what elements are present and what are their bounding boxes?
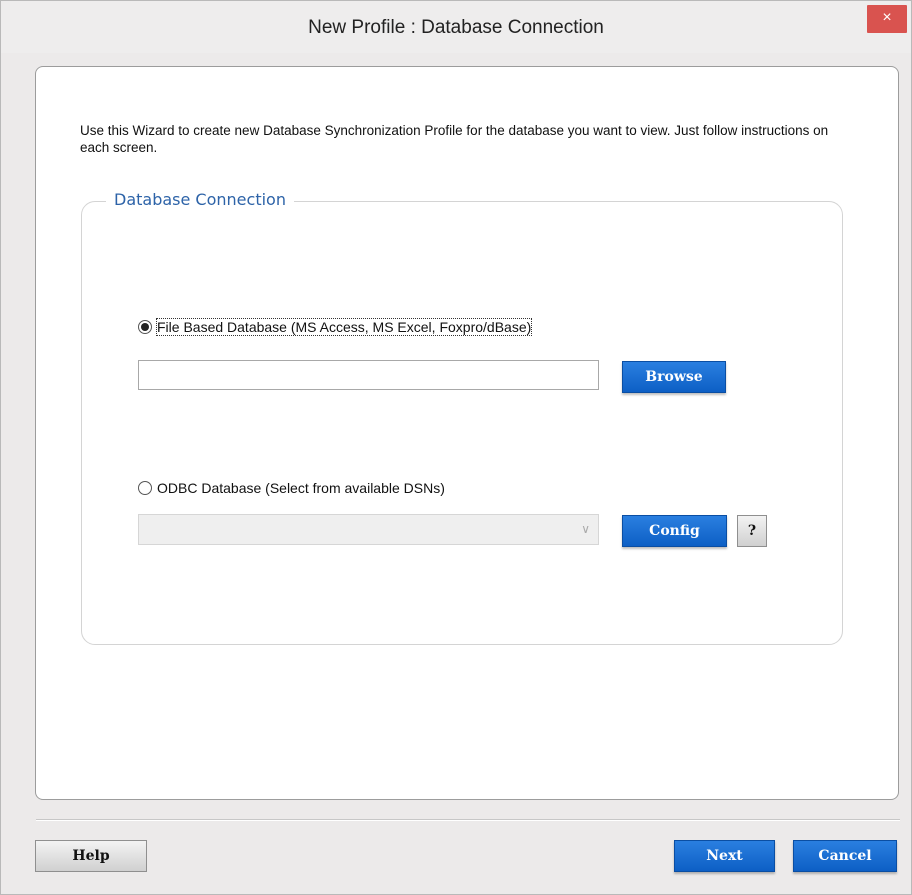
file-path-input[interactable] <box>138 360 599 390</box>
intro-text: Use this Wizard to create new Database S… <box>80 123 829 155</box>
config-button[interactable]: Config <box>622 515 727 547</box>
dsn-select[interactable]: ∨ <box>138 514 599 545</box>
chevron-down-icon[interactable]: ∨ <box>581 522 590 536</box>
help-button[interactable]: Help <box>35 840 147 872</box>
next-button[interactable]: Next <box>674 840 775 872</box>
footer-separator <box>36 819 900 821</box>
odbc-radio[interactable] <box>138 481 152 495</box>
odbc-label[interactable]: ODBC Database (Select from available DSN… <box>157 480 445 496</box>
dsn-help-button[interactable]: ? <box>737 515 767 547</box>
close-icon: × <box>882 9 892 26</box>
file-based-label[interactable]: File Based Database (MS Access, MS Excel… <box>155 318 533 336</box>
close-button[interactable]: × <box>867 5 907 33</box>
file-based-option[interactable]: File Based Database (MS Access, MS Excel… <box>138 318 533 336</box>
browse-button[interactable]: Browse <box>622 361 726 393</box>
odbc-option[interactable]: ODBC Database (Select from available DSN… <box>138 480 445 496</box>
database-connection-group <box>81 201 843 645</box>
file-based-radio[interactable] <box>138 320 152 334</box>
title-bar[interactable]: New Profile : Database Connection × <box>1 1 911 53</box>
cancel-button[interactable]: Cancel <box>793 840 897 872</box>
group-legend: Database Connection <box>106 190 294 209</box>
window-title: New Profile : Database Connection <box>308 17 604 38</box>
